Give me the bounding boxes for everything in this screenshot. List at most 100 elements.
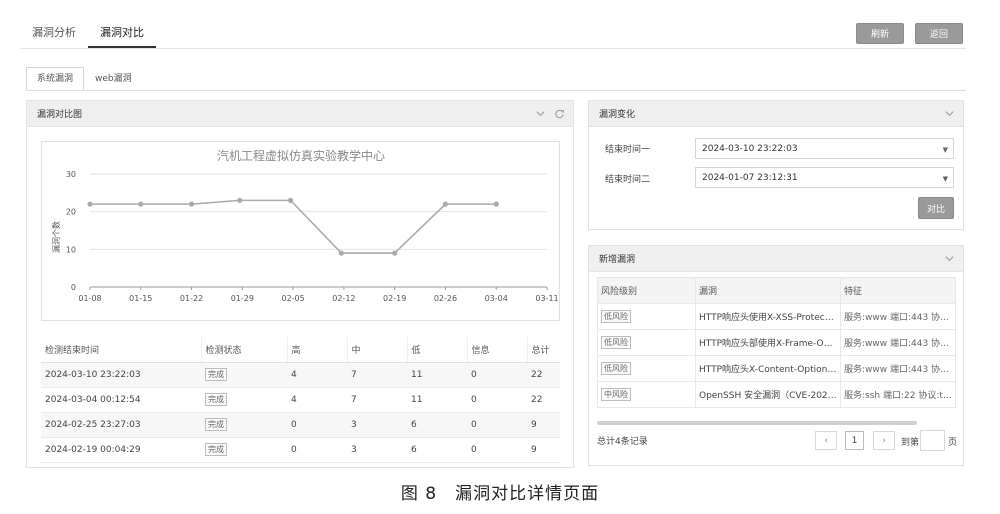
x-tick-label: 02-12 bbox=[332, 294, 355, 303]
horizontal-scrollbar[interactable] bbox=[597, 421, 917, 425]
x-tick-label: 02-26 bbox=[434, 294, 457, 303]
table-row[interactable]: 低风险 HTTP响应头X-Content-Options：... 服务:www … bbox=[597, 355, 956, 382]
cell-high: 0 bbox=[287, 412, 347, 438]
x-tick-label: 02-19 bbox=[383, 294, 406, 303]
data-point bbox=[188, 201, 195, 207]
col-risk: 风险级别 bbox=[597, 277, 696, 304]
cell-total: 9 bbox=[527, 437, 560, 463]
table-row[interactable]: 中风险 OpenSSH 安全漏洞（CVE-2023-48... 服务:ssh 端… bbox=[597, 381, 956, 408]
y-tick-label: 10 bbox=[66, 245, 76, 254]
data-point bbox=[442, 201, 449, 207]
x-tick-label: 02-05 bbox=[281, 294, 304, 303]
sub-tabs: 系统漏洞 web漏洞 bbox=[26, 67, 143, 91]
cell-vuln: HTTP响应头使用X-XSS-Protection bbox=[695, 303, 841, 330]
cell-mid: 3 bbox=[347, 437, 407, 463]
page-number-1[interactable]: 1 bbox=[845, 431, 864, 450]
cell-time: 2024-03-10 23:22:03 bbox=[41, 362, 201, 388]
status-badge: 完成 bbox=[205, 418, 227, 431]
col-end-time: 检测结束时间 bbox=[41, 337, 202, 363]
tab-web-vuln[interactable]: web漏洞 bbox=[84, 67, 143, 91]
col-info: 信息 bbox=[467, 337, 528, 363]
end-time-1-select[interactable]: 2024-03-10 23:22:03 ▼ bbox=[695, 138, 954, 159]
data-point bbox=[392, 250, 398, 256]
cell-high: 0 bbox=[287, 437, 347, 463]
figure-caption: 图 8 漏洞对比详情页面 bbox=[400, 484, 600, 504]
cell-info: 0 bbox=[467, 362, 527, 388]
cell-mid: 3 bbox=[347, 412, 407, 438]
data-point bbox=[87, 201, 93, 207]
table-row[interactable]: 2024-02-19 00:04:29 完成 0 3 6 0 9 bbox=[41, 437, 560, 463]
top-tabs: 漏洞分析 漏洞对比 bbox=[20, 16, 156, 48]
end-time-1-label: 结束时间一 bbox=[605, 145, 651, 155]
x-tick-label: 03-11 bbox=[535, 294, 558, 303]
col-high: 高 bbox=[287, 337, 348, 363]
end-time-2-select[interactable]: 2024-01-07 23:12:31 ▼ bbox=[695, 167, 954, 188]
line-chart: 汽机工程虚拟仿真实验教学中心 漏洞个数 0102030 01-08 01-15 01… bbox=[51, 148, 559, 303]
change-panel-header: 漏洞变化 bbox=[589, 101, 963, 127]
cell-mid: 7 bbox=[347, 362, 407, 388]
new-vuln-panel: 新增漏洞 风险级别 漏洞 特征 低风险 HTTP响应头使用X-XSS-Prote… bbox=[588, 245, 964, 466]
table-row[interactable]: 低风险 HTTP响应头使用X-XSS-Protection 服务:www 端口:… bbox=[597, 303, 956, 330]
status-badge: 完成 bbox=[205, 393, 227, 406]
tab-system-vuln[interactable]: 系统漏洞 bbox=[26, 67, 85, 91]
cell-low: 6 bbox=[407, 437, 467, 463]
cell-vuln: HTTP响应头X-Content-Options：... bbox=[695, 355, 841, 382]
cell-time: 2024-02-19 00:04:29 bbox=[41, 437, 201, 463]
tab-vuln-analysis[interactable]: 漏洞分析 bbox=[20, 16, 88, 48]
cell-info: 0 bbox=[467, 412, 527, 438]
tab-vuln-compare[interactable]: 漏洞对比 bbox=[88, 16, 156, 48]
col-total: 总计 bbox=[527, 337, 560, 363]
cell-low: 6 bbox=[407, 412, 467, 438]
data-point bbox=[138, 201, 144, 207]
back-button[interactable]: 返回 bbox=[915, 23, 963, 44]
cell-mid: 7 bbox=[347, 387, 407, 413]
table-row[interactable]: 低风险 HTTP响应头部使用X-Frame-Options 服务:www 端口:… bbox=[597, 329, 956, 356]
compare-panel: 漏洞对比图 汽机工程虚拟仿真实验教学中心 漏洞个数 0 10 20 30 01-08 0… bbox=[26, 100, 574, 468]
sub-divider bbox=[26, 90, 966, 91]
cell-feature: 服务:ssh 端口:22 协议:tcp bbox=[840, 381, 956, 408]
chevron-down-icon[interactable] bbox=[944, 108, 955, 119]
page-unit-label: 页 bbox=[948, 438, 958, 448]
cell-feature: 服务:www 端口:443 协议:tcp bbox=[840, 329, 956, 356]
x-tick-label: 01-29 bbox=[231, 294, 254, 303]
cell-high: 4 bbox=[287, 362, 347, 388]
total-records: 总计4条记录 bbox=[597, 437, 648, 447]
table-header-row: 检测结束时间 检测状态 高 中 低 信息 总计 bbox=[41, 337, 560, 363]
table-header-row: 风险级别 漏洞 特征 bbox=[597, 277, 956, 304]
new-vuln-panel-header: 新增漏洞 bbox=[589, 246, 963, 272]
cell-info: 0 bbox=[467, 437, 527, 463]
next-page-button[interactable]: › bbox=[873, 431, 895, 450]
y-tick-label: 30 bbox=[66, 170, 76, 179]
compare-button[interactable]: 对比 bbox=[918, 197, 954, 219]
chevron-down-icon[interactable] bbox=[535, 108, 546, 119]
change-panel: 漏洞变化 结束时间一 2024-03-10 23:22:03 ▼ 结束时间二 2… bbox=[588, 100, 964, 230]
chevron-down-icon[interactable] bbox=[944, 253, 955, 264]
vuln-chart: 汽机工程虚拟仿真实验教学中心 漏洞个数 0 10 20 30 01-08 01-15 01… bbox=[41, 141, 560, 321]
refresh-button[interactable]: 刷新 bbox=[856, 23, 904, 44]
col-status: 检测状态 bbox=[201, 337, 288, 363]
cell-vuln: OpenSSH 安全漏洞（CVE-2023-48... bbox=[695, 381, 841, 408]
goto-page-input[interactable] bbox=[920, 430, 945, 451]
goto-label: 到第 bbox=[901, 438, 920, 448]
data-point bbox=[237, 197, 243, 203]
cell-total: 22 bbox=[527, 362, 560, 388]
table-row[interactable]: 2024-03-10 23:22:03 完成 4 7 11 0 22 bbox=[41, 362, 560, 388]
compare-panel-header: 漏洞对比图 bbox=[27, 101, 573, 127]
col-vuln: 漏洞 bbox=[695, 277, 841, 304]
prev-page-button[interactable]: ‹ bbox=[815, 431, 837, 450]
cell-feature: 服务:www 端口:443 协议:tcp bbox=[840, 303, 956, 330]
y-tick-label: 0 bbox=[71, 283, 76, 292]
end-time-1-value: 2024-03-10 23:22:03 bbox=[702, 143, 798, 154]
cell-info: 0 bbox=[467, 387, 527, 413]
y-ticks: 0 10 20 30 bbox=[66, 170, 76, 292]
cell-high: 4 bbox=[287, 387, 347, 413]
col-feature: 特征 bbox=[840, 277, 956, 304]
x-tick-label: 03-04 bbox=[485, 294, 508, 303]
table-row[interactable]: 2024-02-25 23:27:03 完成 0 3 6 0 9 bbox=[41, 412, 560, 438]
y-tick-label: 20 bbox=[66, 208, 76, 217]
refresh-icon[interactable] bbox=[554, 108, 565, 119]
compare-panel-title: 漏洞对比图 bbox=[37, 110, 83, 120]
dropdown-caret-icon: ▼ bbox=[942, 146, 948, 154]
table-row[interactable]: 2024-03-04 00:12:54 完成 4 7 11 0 22 bbox=[41, 387, 560, 413]
x-tick-label: 01-22 bbox=[180, 294, 203, 303]
